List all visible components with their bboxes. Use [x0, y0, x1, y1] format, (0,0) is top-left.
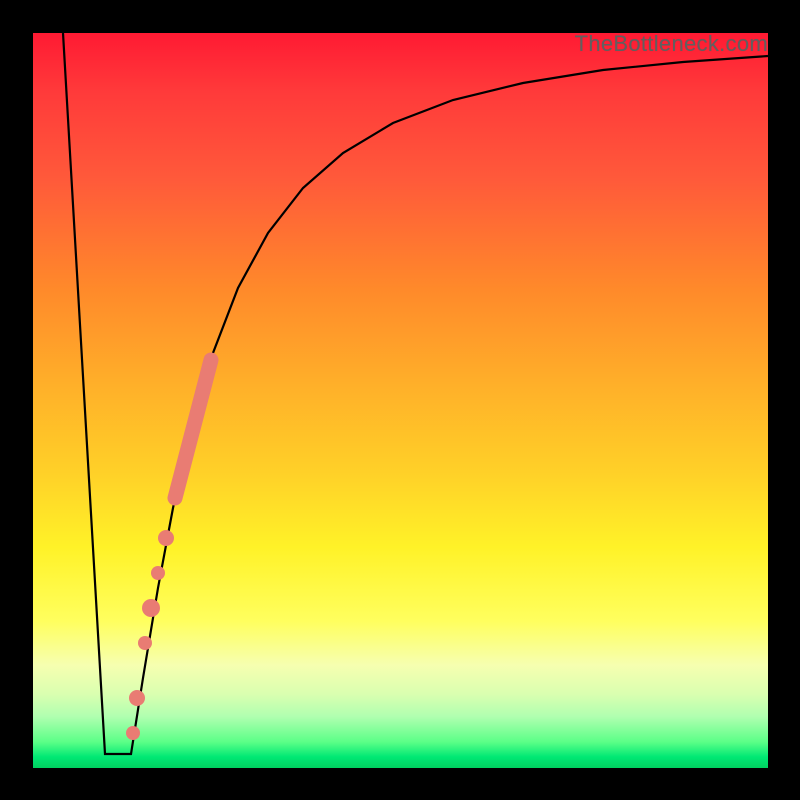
salmon-dot	[158, 530, 174, 546]
salmon-dot	[151, 566, 165, 580]
salmon-dot	[138, 636, 152, 650]
salmon-dot	[142, 599, 160, 617]
salmon-dot	[126, 726, 140, 740]
salmon-dot	[129, 690, 145, 706]
chart-svg	[33, 33, 768, 768]
salmon-overlay	[126, 360, 211, 740]
bottleneck-curve	[63, 33, 768, 754]
salmon-segment	[175, 360, 211, 498]
chart-frame: TheBottleneck.com	[0, 0, 800, 800]
